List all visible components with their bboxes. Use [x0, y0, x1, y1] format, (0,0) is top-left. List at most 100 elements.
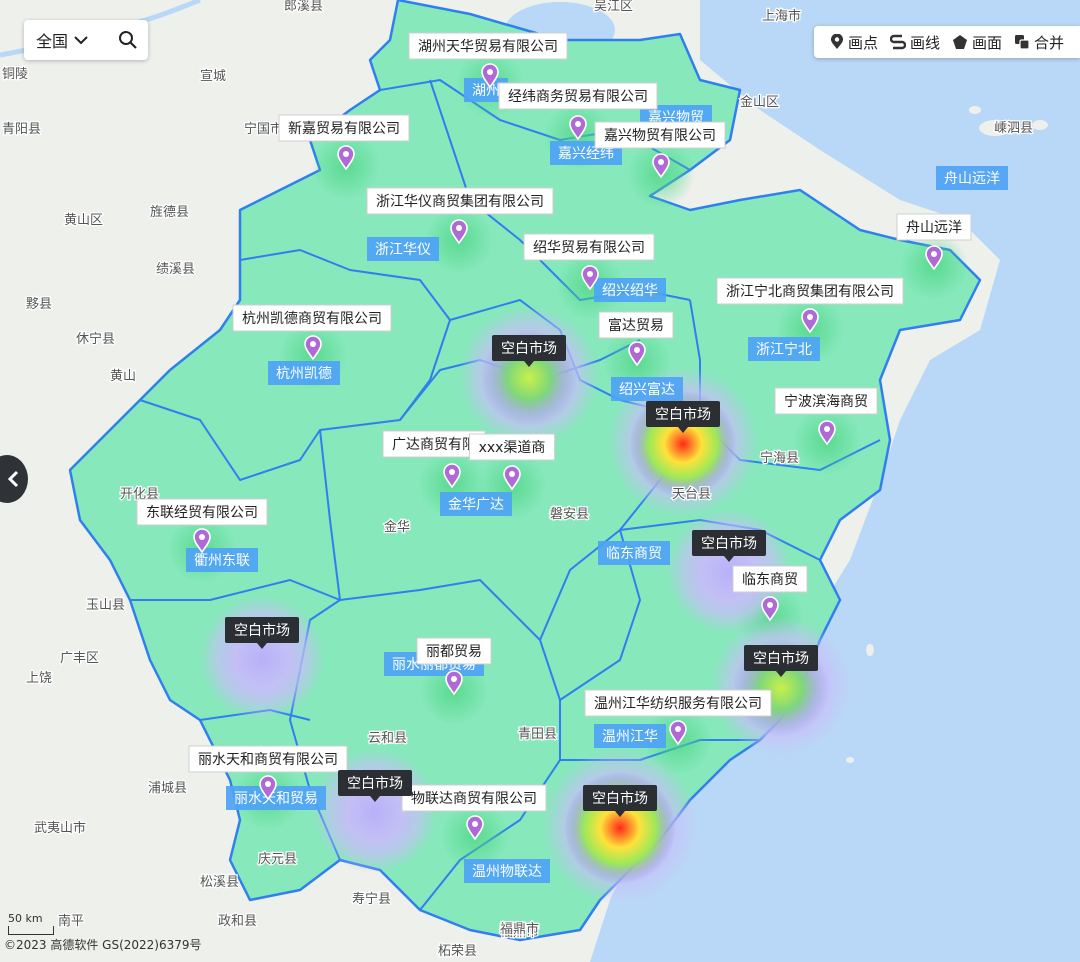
map-scale: 50 km: [8, 912, 54, 935]
dealer-label[interactable]: 湖州天华贸易有限公司: [408, 32, 568, 60]
draw-line-button[interactable]: 画线: [889, 32, 940, 53]
blank-market-label: 空白市场: [234, 622, 290, 639]
region-chip-label: 衢州东联: [194, 552, 250, 569]
dealer-label[interactable]: 经纬商务贸易有限公司: [498, 82, 658, 110]
dealer-label[interactable]: 宁波滨海商贸: [774, 387, 878, 415]
place-label: 玉山县: [86, 598, 125, 613]
region-chip[interactable]: 浙江华仪: [367, 237, 439, 261]
merge-button[interactable]: 合并: [1014, 32, 1064, 53]
dealer-name: 物联达商贸有限公司: [411, 791, 537, 807]
draw-toolbar: 画点 画线 画面 合并: [813, 26, 1080, 58]
dealer-name: xxx渠道商: [479, 440, 546, 456]
region-chip-label: 舟山远洋: [944, 171, 1000, 187]
region-chip-label: 杭州凯德: [276, 366, 332, 382]
dealer-name: 新嘉贸易有限公司: [288, 121, 400, 137]
region-chip[interactable]: 绍兴绍华: [594, 278, 666, 302]
dealer-label[interactable]: 东联经贸有限公司: [136, 498, 268, 526]
search-button[interactable]: [118, 30, 138, 50]
dealer-name: 舟山远洋: [906, 220, 962, 236]
region-chip[interactable]: 临东商贸: [598, 541, 670, 565]
blank-market-label: 空白市场: [347, 775, 403, 792]
region-chip-label: 绍兴绍华: [602, 283, 658, 299]
place-label: 松溪县: [200, 875, 239, 890]
place-label: 福鼎市: [500, 921, 539, 937]
dealer-label[interactable]: 杭州凯德商贸有限公司: [232, 304, 392, 332]
draw-area-label: 画面: [971, 33, 1002, 52]
draw-area-button[interactable]: 画面: [952, 32, 1002, 53]
blank-market-label: 空白市场: [753, 650, 809, 667]
place-label: 黄山区: [64, 213, 103, 228]
place-label: 青田县: [518, 727, 557, 742]
dealer-label[interactable]: xxx渠道商: [468, 433, 556, 461]
place-label: 庆元县: [258, 852, 297, 867]
chevron-left-icon: [7, 470, 19, 488]
dealer-label[interactable]: 物联达商贸有限公司: [401, 784, 547, 812]
region-chip-label: 浙江华仪: [375, 242, 431, 258]
map-copyright: ©2023 高德软件 GS(2022)6379号: [4, 938, 202, 952]
dealer-name: 广达商贸有限: [392, 437, 476, 453]
place-label: 柘荣县: [438, 944, 477, 959]
place-label: 金华: [384, 519, 410, 535]
dealer-label[interactable]: 富达贸易: [598, 311, 674, 339]
place-label: 宁海县: [760, 450, 799, 466]
place-label: 金山区: [740, 94, 779, 110]
region-chip[interactable]: 丽水天和贸易: [226, 786, 326, 810]
region-chip[interactable]: 浙江宁北: [748, 337, 820, 361]
location-pin-icon: [830, 34, 843, 49]
dealer-label[interactable]: 温州江华纺织服务有限公司: [584, 689, 772, 717]
dealer-label[interactable]: 绍华贸易有限公司: [523, 233, 655, 261]
region-chip[interactable]: 舟山远洋: [936, 166, 1008, 190]
dealer-label[interactable]: 新嘉贸易有限公司: [278, 114, 410, 142]
region-chip[interactable]: 杭州凯德: [268, 361, 340, 385]
region-chip-label: 丽水天和贸易: [234, 791, 318, 807]
region-chip[interactable]: 绍兴富达: [611, 377, 683, 401]
place-label: 政和县: [218, 914, 257, 929]
region-chip-label: 临东商贸: [606, 546, 662, 562]
region-chip[interactable]: 温州江华: [594, 724, 666, 748]
place-label: 嵊泗县: [994, 121, 1033, 136]
region-chip-label: 绍兴富达: [619, 381, 675, 398]
region-chip[interactable]: 衢州东联: [186, 548, 258, 572]
place-label: 寿宁县: [352, 891, 391, 907]
dealer-name: 温州江华纺织服务有限公司: [594, 696, 762, 712]
place-label: 旌德县: [150, 205, 189, 220]
place-label: 郎溪县: [284, 0, 323, 14]
region-chip-label: 湖州: [472, 83, 500, 99]
dealer-name: 丽水天和商贸有限公司: [198, 752, 338, 768]
region-chip-label: 浙江宁北: [756, 341, 812, 358]
place-label: 磐安县: [550, 507, 589, 522]
dealer-label[interactable]: 丽都贸易: [416, 637, 492, 665]
place-label: 宣城: [200, 68, 226, 84]
place-label: 吴江区: [594, 0, 633, 14]
place-label: 上饶: [26, 671, 52, 686]
draw-point-button[interactable]: 画点: [830, 32, 878, 53]
draw-point-label: 画点: [847, 33, 878, 52]
region-select[interactable]: 全国: [24, 28, 88, 52]
dealer-name: 宁波滨海商贸: [784, 393, 868, 410]
region-chip-label: 温州江华: [602, 729, 658, 745]
draw-line-label: 画线: [909, 33, 940, 52]
dealer-label[interactable]: 浙江宁北商贸集团有限公司: [716, 277, 904, 305]
dealer-name: 湖州天华贸易有限公司: [418, 39, 558, 55]
search-icon: [119, 31, 137, 49]
dealer-name: 东联经贸有限公司: [146, 505, 258, 521]
place-label: 云和县: [368, 731, 407, 746]
region-chip[interactable]: 温州物联达: [464, 859, 550, 883]
dealer-name: 经纬商务贸易有限公司: [508, 89, 648, 105]
dealer-name: 浙江宁北商贸集团有限公司: [726, 283, 894, 300]
blank-market-label: 空白市场: [655, 406, 711, 423]
region-select-value: 全国: [36, 32, 69, 51]
blank-market-label: 空白市场: [592, 790, 648, 807]
dealer-label[interactable]: 临东商贸: [732, 565, 808, 593]
dealer-label[interactable]: 舟山远洋: [896, 213, 972, 241]
place-label: 黟县: [26, 297, 52, 312]
map-canvas[interactable]: 铜陵 宣城青阳县 宁国市旌德县黄山区绩溪县黟县休宁县黄山开化县玉山县广丰区上饶浦城县…: [0, 0, 1080, 962]
place-label: 上海市: [762, 8, 801, 24]
dealer-label[interactable]: 丽水天和商贸有限公司: [188, 745, 348, 773]
dealer-label[interactable]: 浙江华仪商贸集团有限公司: [366, 187, 554, 215]
place-label: 绩溪县: [156, 262, 195, 277]
dealer-label[interactable]: 嘉兴物贸有限公司: [594, 121, 726, 149]
dealer-name: 富达贸易: [608, 317, 664, 334]
dealer-name: 杭州凯德商贸有限公司: [242, 311, 382, 327]
region-chip[interactable]: 金华广达: [440, 492, 512, 516]
